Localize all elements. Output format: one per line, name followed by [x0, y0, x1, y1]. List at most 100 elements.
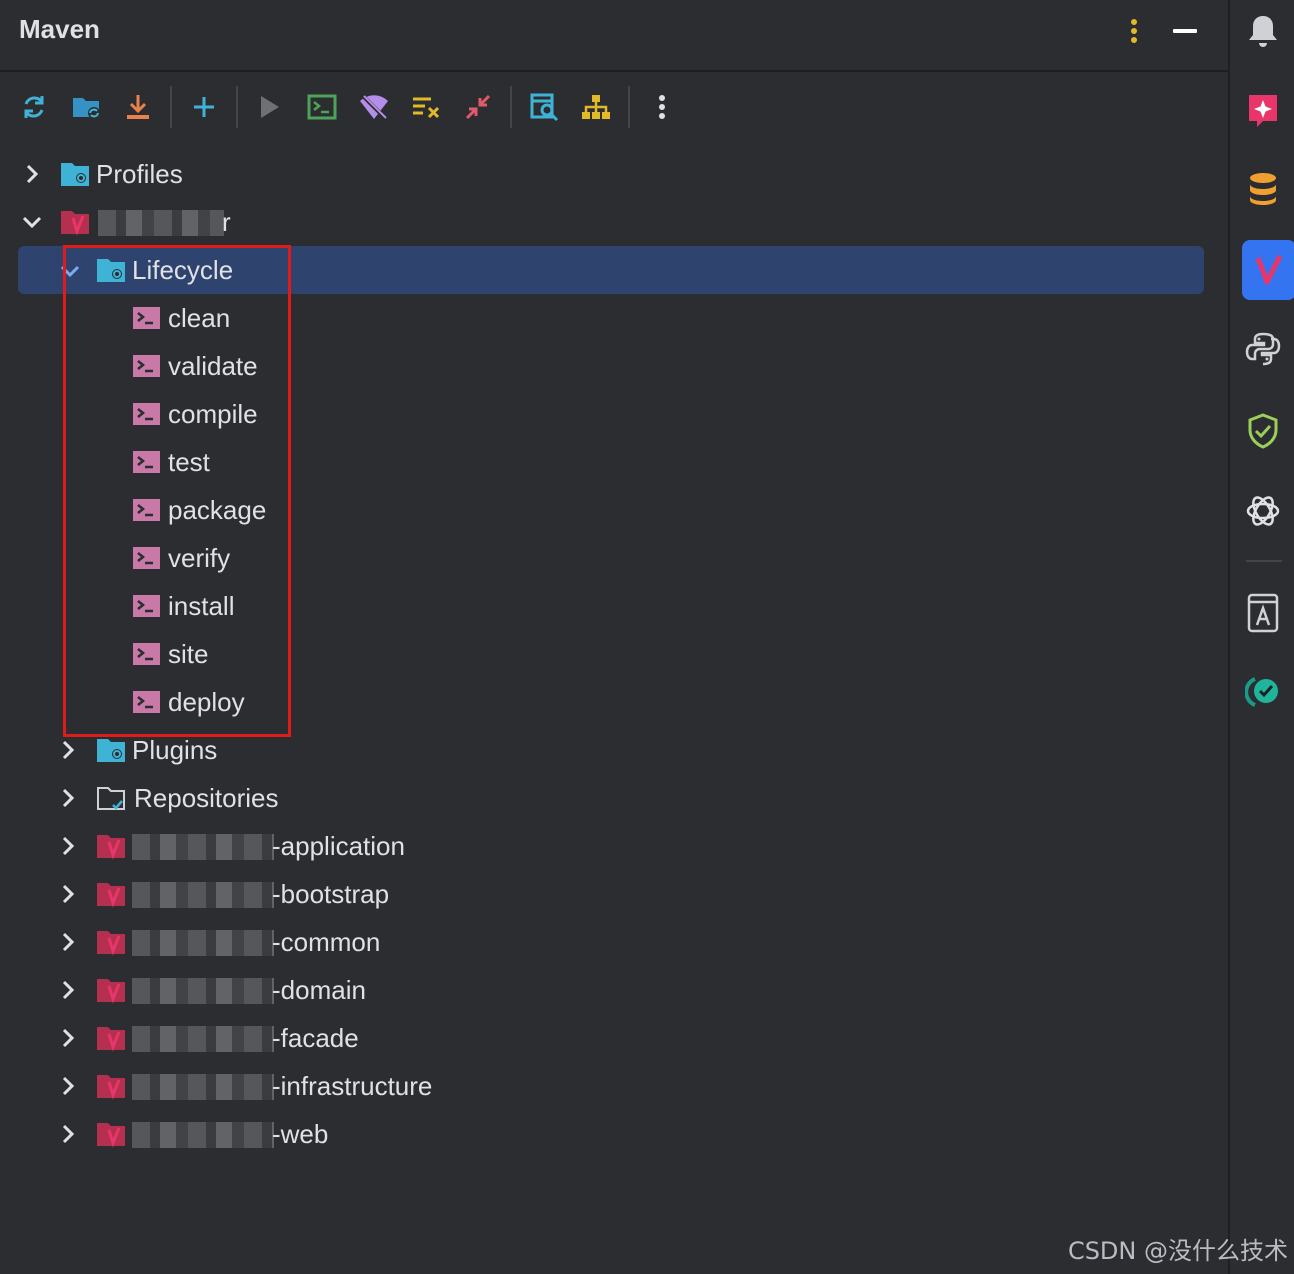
redacted-module-prefix	[132, 1074, 274, 1100]
maven-module-icon	[97, 1027, 125, 1052]
tree-node-module-bootstrap[interactable]: -bootstrap	[0, 870, 1228, 918]
openai-icon	[1246, 496, 1280, 526]
plugins-folder-icon	[97, 739, 125, 762]
add-icon	[194, 97, 214, 117]
more-actions-button[interactable]	[643, 88, 681, 126]
collapse-all-button[interactable]	[459, 88, 497, 126]
tree-node-label: -facade	[272, 1023, 359, 1053]
ai-assistant-icon	[1249, 95, 1277, 127]
more-vertical-icon	[1131, 19, 1137, 43]
tree-node-root-project[interactable]: r	[0, 198, 1228, 246]
tree-node-module-application[interactable]: -application	[0, 822, 1228, 870]
toolbar-separator	[628, 86, 630, 128]
maven-tool-window: Maven Profiles r Lifecycle clean validat…	[0, 0, 1228, 1274]
panel-title: Maven	[19, 14, 100, 44]
maven-module-icon	[97, 1123, 125, 1148]
tree-node-label: -infrastructure	[272, 1071, 433, 1101]
redacted-module-prefix	[132, 834, 274, 860]
tree-node-module-web[interactable]: -web	[0, 1110, 1228, 1158]
right-tool-window-bar	[1228, 0, 1294, 1274]
maven-module-icon	[97, 931, 125, 956]
download-sources-button[interactable]	[119, 88, 157, 126]
tree-node-label: Profiles	[96, 159, 183, 189]
generate-sources-button[interactable]	[68, 88, 106, 126]
tree-node-label: -bootstrap	[272, 879, 390, 909]
tree-node-module-infrastructure[interactable]: -infrastructure	[0, 1062, 1228, 1110]
dictionary-icon	[1247, 593, 1279, 633]
maven-button[interactable]	[1242, 240, 1294, 300]
repositories-folder-icon	[97, 787, 125, 810]
python-console-button[interactable]	[1240, 326, 1286, 372]
toggle-skip-tests-button[interactable]	[407, 88, 445, 126]
toggle-offline-mode-button[interactable]	[355, 88, 393, 126]
offline-mode-icon	[360, 93, 388, 121]
chevron-down-icon[interactable]	[20, 210, 44, 234]
maven-icon	[1255, 254, 1283, 285]
database-button[interactable]	[1240, 166, 1286, 212]
tree-node-label: -application	[272, 831, 405, 861]
execute-maven-goal-button[interactable]	[303, 88, 341, 126]
security-button[interactable]	[1240, 408, 1286, 454]
ai-assistant-button[interactable]	[1240, 88, 1286, 134]
lifecycle-highlight-box	[63, 245, 291, 737]
analyze-dependencies-icon	[530, 93, 559, 122]
watermark: CSDN @没什么技术	[1067, 1237, 1288, 1265]
chevron-right-icon[interactable]	[56, 930, 80, 954]
redacted-module-prefix	[132, 882, 274, 908]
code-check-button[interactable]	[1240, 668, 1286, 714]
toolbar-separator	[236, 86, 238, 128]
toolbar-separator	[510, 86, 512, 128]
profiles-folder-icon	[61, 163, 89, 186]
analyze-dependencies-button[interactable]	[525, 88, 563, 126]
tree-node-module-common[interactable]: -common	[0, 918, 1228, 966]
notifications-button[interactable]	[1240, 8, 1286, 54]
maven-module-icon	[97, 883, 125, 908]
chevron-right-icon[interactable]	[56, 1074, 80, 1098]
skip-tests-icon	[413, 97, 440, 119]
tree-node-label: -domain	[272, 975, 366, 1005]
minimize-icon	[1173, 29, 1197, 33]
reload-all-projects-button[interactable]	[15, 88, 53, 126]
chevron-right-icon[interactable]	[56, 1122, 80, 1146]
redacted-module-prefix	[132, 1026, 274, 1052]
tree-node-profiles[interactable]: Profiles	[0, 150, 1228, 198]
chevron-right-icon[interactable]	[56, 738, 80, 762]
redacted-module-prefix	[132, 1122, 274, 1148]
show-dependencies-diagram-button[interactable]	[577, 88, 615, 126]
tree-node-label: -web	[272, 1119, 329, 1149]
redacted-project-name	[98, 210, 224, 236]
tree-node-label: r	[222, 207, 231, 237]
collapse-icon	[465, 94, 491, 120]
maven-module-icon	[61, 211, 89, 236]
tree-node-repositories[interactable]: Repositories	[0, 774, 1228, 822]
security-icon	[1248, 413, 1278, 449]
tree-node-label: Repositories	[134, 783, 279, 813]
title-bar: Maven	[0, 0, 1228, 72]
dictionary-button[interactable]	[1240, 590, 1286, 636]
run-icon	[261, 96, 279, 118]
toolbar-separator	[170, 86, 172, 128]
database-icon	[1250, 173, 1276, 205]
tree-node-module-domain[interactable]: -domain	[0, 966, 1228, 1014]
code-check-icon	[1245, 677, 1278, 707]
generate-sources-icon	[73, 98, 100, 119]
maven-toolbar	[0, 82, 1228, 132]
tree-node-module-facade[interactable]: -facade	[0, 1014, 1228, 1062]
options-menu-button[interactable]	[1119, 14, 1149, 48]
chevron-right-icon[interactable]	[20, 162, 44, 186]
run-button[interactable]	[251, 88, 289, 126]
show-diagram-icon	[582, 95, 610, 119]
chevron-right-icon[interactable]	[56, 834, 80, 858]
more-vertical-icon	[659, 95, 665, 119]
openai-button[interactable]	[1240, 488, 1286, 534]
add-maven-project-button[interactable]	[185, 88, 223, 126]
notifications-icon	[1249, 16, 1277, 47]
hide-panel-button[interactable]	[1170, 14, 1200, 48]
chevron-right-icon[interactable]	[56, 1026, 80, 1050]
maven-module-icon	[97, 979, 125, 1004]
chevron-right-icon[interactable]	[56, 786, 80, 810]
chevron-right-icon[interactable]	[56, 882, 80, 906]
chevron-right-icon[interactable]	[56, 978, 80, 1002]
tree-node-label: -common	[272, 927, 381, 957]
reload-icon	[24, 96, 44, 118]
